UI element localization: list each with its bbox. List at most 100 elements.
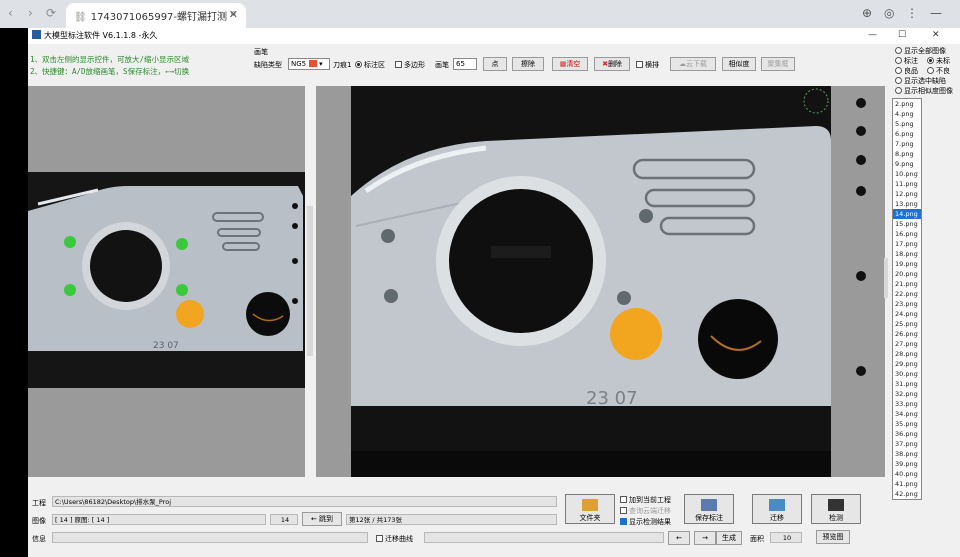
jump-button[interactable]: ← 跳到 <box>302 512 342 526</box>
left-image-panel[interactable]: 23 07 <box>28 86 313 477</box>
filter-bad[interactable]: 不良 <box>927 66 950 76</box>
area-field[interactable]: 10 <box>770 532 802 543</box>
file-list-item[interactable]: 12.png <box>893 189 921 199</box>
menu-icon[interactable]: ⋮ <box>906 6 918 20</box>
area-label: 面积 <box>750 535 764 543</box>
filter-selected-defect[interactable]: 显示选中缺陷 <box>895 76 946 86</box>
file-list-item[interactable]: 39.png <box>893 459 921 469</box>
file-list-item[interactable]: 31.png <box>893 379 921 389</box>
file-list-item[interactable]: 25.png <box>893 319 921 329</box>
file-list-item[interactable]: 9.png <box>893 159 921 169</box>
filter-marked[interactable]: 标注 <box>895 56 918 66</box>
gather-box-button[interactable]: 聚集框 <box>761 57 795 71</box>
win-minimize-button[interactable]: — <box>868 30 877 40</box>
count-field: 第12张 / 共173张 <box>346 514 557 525</box>
file-list-item[interactable]: 22.png <box>893 289 921 299</box>
add-current-checkbox[interactable]: 加到当前工程 <box>620 495 671 505</box>
file-list-item[interactable]: 28.png <box>893 349 921 359</box>
file-list-item[interactable]: 21.png <box>893 279 921 289</box>
show-result-checkbox[interactable]: 显示检测结果 <box>620 517 671 527</box>
right-scrollbar[interactable] <box>884 258 888 298</box>
file-list-item[interactable]: 23.png <box>893 299 921 309</box>
save-icon <box>701 499 717 511</box>
next-button[interactable]: → <box>694 531 716 545</box>
generate-button[interactable]: 生成 <box>716 531 742 545</box>
file-list-item[interactable]: 14.png <box>893 209 921 219</box>
file-list-item[interactable]: 26.png <box>893 329 921 339</box>
defect-type-select[interactable]: NG5 ▾ <box>288 58 330 70</box>
save-annotation-button[interactable]: 保存标注 <box>684 494 734 524</box>
file-list-item[interactable]: 15.png <box>893 219 921 229</box>
file-list-item[interactable]: 30.png <box>893 369 921 379</box>
file-list-item[interactable]: 4.png <box>893 109 921 119</box>
brush-size-spinner[interactable]: 65 <box>453 58 477 70</box>
file-list-item[interactable]: 6.png <box>893 129 921 139</box>
file-list-item[interactable]: 34.png <box>893 409 921 419</box>
file-list-item[interactable]: 17.png <box>893 239 921 249</box>
image-field: [ 14 ] 原图: [ 14 ] <box>52 514 266 525</box>
folder-button[interactable]: 文件夹 <box>565 494 615 524</box>
image-label: 图像 <box>32 517 46 525</box>
radio-icon <box>927 67 934 74</box>
jump-number-field[interactable]: 14 <box>270 514 298 525</box>
file-list-item[interactable]: 5.png <box>893 119 921 129</box>
file-list-item[interactable]: 37.png <box>893 439 921 449</box>
file-list[interactable]: 2.png 4.png 5.png 6.png 7.png 8.png 9.png 10.pn… <box>892 98 922 500</box>
back-icon[interactable]: ‹ <box>8 6 13 20</box>
filter-similar-label: 显示相似度图像 <box>904 87 953 95</box>
file-list-item[interactable]: 35.png <box>893 419 921 429</box>
filter-unmarked[interactable]: 未标 <box>927 56 950 66</box>
filter-good[interactable]: 良品 <box>895 66 918 76</box>
download-icon[interactable]: ⊕ <box>862 6 872 20</box>
reload-icon[interactable]: ⟳ <box>46 6 56 20</box>
clear-button[interactable]: ▦清空 <box>552 57 588 71</box>
file-list-item[interactable]: 33.png <box>893 399 921 409</box>
dot-button[interactable]: 点 <box>483 57 507 71</box>
polygon-checkbox[interactable]: 多边形 <box>395 60 425 70</box>
migrate-curve-checkbox[interactable]: 迁移曲线 <box>376 534 413 544</box>
file-list-item[interactable]: 18.png <box>893 249 921 259</box>
file-list-item[interactable]: 42.png <box>893 489 921 499</box>
globe-icon[interactable]: ◎ <box>884 6 894 20</box>
win-close-button[interactable]: ✕ <box>932 30 940 40</box>
project-path-field[interactable]: C:\Users\86182\Desktop\排水泵_Proj <box>52 496 557 507</box>
search-icon[interactable]: ⌕ <box>230 6 237 21</box>
minimize-icon[interactable]: — <box>930 6 942 20</box>
forward-icon[interactable]: › <box>28 6 33 20</box>
file-list-item[interactable]: 20.png <box>893 269 921 279</box>
delete-button[interactable]: ✖删除 <box>594 57 630 71</box>
file-list-item[interactable]: 16.png <box>893 229 921 239</box>
query-cloud-checkbox[interactable]: 查询云端迁移 <box>620 506 671 516</box>
file-list-item[interactable]: 36.png <box>893 429 921 439</box>
file-list-item[interactable]: 13.png <box>893 199 921 209</box>
mark-area-radio[interactable]: 标注区 <box>355 60 385 70</box>
file-list-item[interactable]: 40.png <box>893 469 921 479</box>
detect-button[interactable]: 检测 <box>811 494 861 524</box>
prev-button[interactable]: ← <box>668 531 690 545</box>
horizontal-checkbox[interactable]: 横排 <box>636 60 659 70</box>
right-image-panel[interactable]: 23 07 <box>316 86 885 477</box>
file-list-item[interactable]: 27.png <box>893 339 921 349</box>
defect-annotation <box>610 308 662 360</box>
file-list-item[interactable]: 2.png <box>893 99 921 109</box>
win-maximize-button[interactable]: ☐ <box>898 30 906 40</box>
migrate-button[interactable]: 迁移 <box>752 494 802 524</box>
file-list-item[interactable]: 19.png <box>893 259 921 269</box>
file-list-item[interactable]: 7.png <box>893 139 921 149</box>
similarity-button[interactable]: 相似度 <box>722 57 756 71</box>
cloud-download-button[interactable]: ☁云下载 <box>670 57 716 71</box>
file-list-item[interactable]: 11.png <box>893 179 921 189</box>
file-list-item[interactable]: 10.png <box>893 169 921 179</box>
file-list-item[interactable]: 32.png <box>893 389 921 399</box>
browser-tab[interactable]: ⛓ 1743071065997-螺钉漏打测 ✕ <box>66 3 246 28</box>
file-list-item[interactable]: 24.png <box>893 309 921 319</box>
file-list-item[interactable]: 8.png <box>893 149 921 159</box>
erase-button[interactable]: 擦除 <box>512 57 544 71</box>
preview-button[interactable]: 预览图 <box>816 530 850 544</box>
file-list-item[interactable]: 38.png <box>893 449 921 459</box>
file-list-item[interactable]: 41.png <box>893 479 921 489</box>
filter-similar[interactable]: 显示相似度图像 <box>895 86 953 96</box>
filter-show-all[interactable]: 显示全部图像 <box>895 46 946 56</box>
file-list-item[interactable]: 29.png <box>893 359 921 369</box>
left-scrollbar[interactable] <box>307 206 313 356</box>
